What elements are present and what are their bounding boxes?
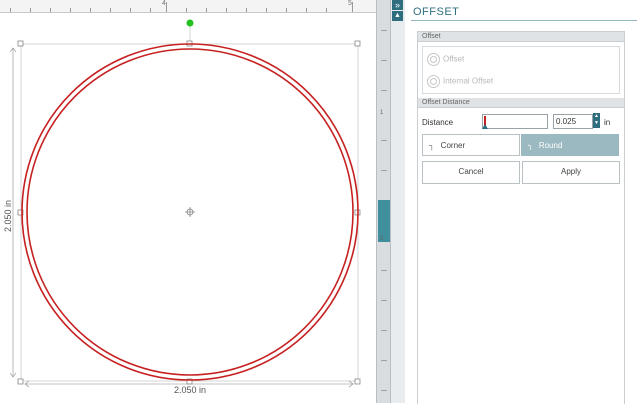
height-dimension-label: 2.050 in <box>3 199 13 233</box>
design-canvas[interactable]: 2.050 in 2.050 in <box>0 13 376 403</box>
distance-input[interactable]: 0.025 <box>553 114 593 129</box>
apply-button[interactable]: Apply <box>522 161 620 184</box>
top-ruler: 4 5 <box>0 0 376 13</box>
internal-offset-option[interactable]: Internal Offset <box>427 75 493 88</box>
slider-pointer-icon <box>482 124 488 129</box>
panel-body: Offset Offset Internal Offset Offset Dis… <box>417 31 625 404</box>
offset-options-group: Offset Internal Offset <box>422 46 620 94</box>
section-header-offset: Offset <box>418 32 624 42</box>
section-header-offset-distance: Offset Distance <box>418 98 624 108</box>
internal-offset-option-label: Internal Offset <box>443 76 494 86</box>
triangle-up-icon[interactable]: ▲ <box>392 11 403 21</box>
distance-label: Distance <box>422 118 454 127</box>
rotate-handle <box>186 19 194 27</box>
round-style-button[interactable]: ╮ Round <box>521 134 619 156</box>
cancel-button[interactable]: Cancel <box>422 161 520 184</box>
panel-title: OFFSET <box>413 6 460 18</box>
canvas-drawing <box>9 19 361 388</box>
offset-option[interactable]: Offset <box>427 53 464 66</box>
ruler-number: 2 <box>380 236 384 242</box>
ruler-number: 5 <box>348 0 352 7</box>
resize-handle <box>17 378 24 385</box>
resize-handle <box>354 378 361 385</box>
distance-slider[interactable] <box>482 114 548 129</box>
round-label: Round <box>538 141 563 150</box>
distance-stepper[interactable]: ▲ ▼ <box>593 113 600 128</box>
vertical-scrollbar[interactable]: 1 2 <box>376 0 391 403</box>
round-corner-icon: ╮ <box>528 141 533 150</box>
resize-handle <box>17 40 24 47</box>
corner-icon: ┐ <box>429 141 435 150</box>
offset-option-label: Offset <box>443 54 465 64</box>
offset-icon <box>427 53 440 66</box>
distance-unit: in <box>604 118 611 127</box>
corner-label: Corner <box>440 141 466 150</box>
title-divider <box>411 20 637 21</box>
offset-panel: OFFSET Offset Offset Internal Offset Off… <box>405 0 640 404</box>
corner-style-button[interactable]: ┐ Corner <box>422 134 520 156</box>
resize-handle <box>354 40 361 47</box>
ruler-number: 4 <box>162 0 166 7</box>
internal-offset-icon <box>427 75 440 88</box>
width-dimension-label: 2.050 in <box>173 385 207 395</box>
ruler-number: 1 <box>380 110 384 116</box>
double-chevron-right-icon[interactable]: » <box>392 0 403 10</box>
